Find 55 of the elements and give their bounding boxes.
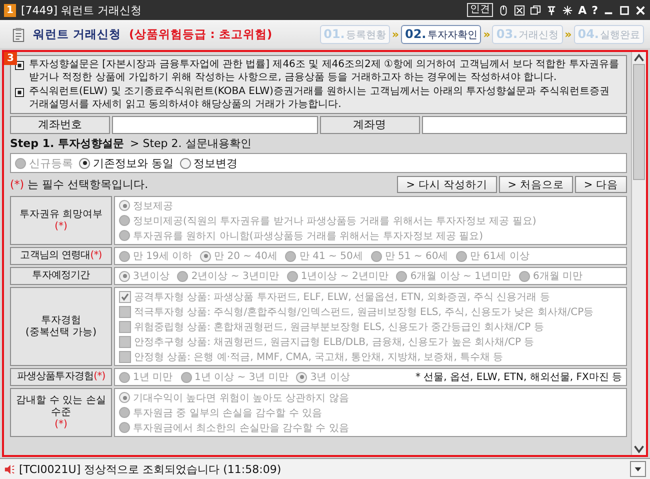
next-step: > Step 2. 설문내용확인 (130, 136, 252, 151)
pin-icon[interactable] (546, 4, 558, 16)
checkmark-icon (120, 292, 130, 302)
account-number-field[interactable] (112, 116, 318, 134)
derivatives-note: * 선물, 옵션, ELW, ETN, 해외선물, FX마진 등 (415, 371, 622, 384)
question-label: 고객님의 연령대(*) (10, 247, 112, 265)
toolbar-glyph[interactable]: ? (592, 4, 598, 16)
speaker-icon (4, 464, 15, 474)
toolbar-glyph[interactable]: A (578, 4, 587, 16)
vertical-scrollbar[interactable] (631, 52, 646, 455)
step-separator: » (483, 28, 490, 40)
window-title: [7449] 워런트 거래신청 (21, 2, 142, 18)
question-label: 감내할 수 있는 손실 수준 (*) (10, 388, 112, 437)
required-note: (*) 는 필수 선택항목입니다. (10, 177, 148, 192)
crossed-box-icon[interactable] (514, 4, 526, 16)
caret-icon (634, 465, 642, 473)
dropdown-button[interactable] (630, 461, 646, 477)
question-label: 파생상품투자경험(*) (10, 368, 112, 386)
maximize-icon[interactable] (619, 4, 630, 16)
question-label: 투자예정기간 (10, 267, 112, 285)
notice-text: 투자성향설문은 [자본시장과 금융투자업에 관한 법률] 제46조 및 제46조의2제 ①항에 의거하여 고객님께서 보다 적합한 투자권유를 받거나 적정한 상품에 가입하기 위해 작성하는 사항으로, 금융상품 등을 거래하고자 하는 경우에는 작성하셔야 합니다. (29, 58, 620, 84)
bullet-icon (15, 88, 24, 97)
page-title: 워런트 거래신청 (33, 26, 122, 42)
notice-text: 주식워런트(ELW) 및 조기종료주식워런트(KOBA ELW)증권거래를 원하시는 고객님께서는 아래의 투자성향설문과 주식워런트증권 거래설명서를 자세히 읽고 동의하셔야 해당상품의 거래가 가능합니다. (29, 85, 610, 111)
scroll-up-icon[interactable] (632, 52, 646, 64)
toolbar-button[interactable]: 인견 (467, 3, 494, 17)
step-separator: » (564, 28, 572, 40)
clipboard-icon (12, 26, 25, 42)
scrollbar-thumb[interactable] (633, 64, 645, 180)
mode-radio[interactable]: 기존정보와 동일 (79, 156, 174, 170)
action-button[interactable]: > 다시 작성하기 (397, 176, 497, 193)
question-label: 투자경험 (중복선택 가능) (10, 287, 112, 366)
status-message: [TCI0021U] 정상적으로 조회되었습니다 (11:58:09) (19, 462, 282, 476)
action-button[interactable]: > 다음 (574, 176, 627, 193)
step-separator: » (392, 28, 399, 40)
step-tab[interactable]: 02.투자자확인 (400, 24, 482, 44)
account-number-label: 계좌번호 (10, 116, 110, 134)
close-icon[interactable] (635, 4, 646, 16)
account-name-label: 계좌명 (320, 116, 420, 134)
step-tab[interactable]: 01.등록현황 (320, 24, 390, 44)
action-button[interactable]: > 처음으로 (498, 176, 573, 193)
bullet-icon (15, 61, 24, 70)
asterisk-icon[interactable] (562, 4, 574, 16)
panel-badge: 3 (4, 52, 17, 65)
question-label: 투자권유 희망여부 (*) (10, 196, 112, 245)
step-tab[interactable]: 03.거래신청 (492, 24, 563, 44)
current-step: Step 1. 투자성향설문 (10, 136, 124, 151)
mode-radio[interactable]: 정보변경 (180, 156, 238, 170)
step-tab[interactable]: 04.실행완료 (574, 24, 644, 44)
mouse-icon[interactable] (498, 4, 510, 16)
scroll-down-icon[interactable] (632, 443, 646, 455)
account-name-field[interactable] (422, 116, 627, 134)
risk-grade: (상품위험등급 : 초고위험) (129, 26, 272, 42)
window-badge: 1 (4, 4, 16, 16)
windows-icon[interactable] (530, 4, 542, 16)
